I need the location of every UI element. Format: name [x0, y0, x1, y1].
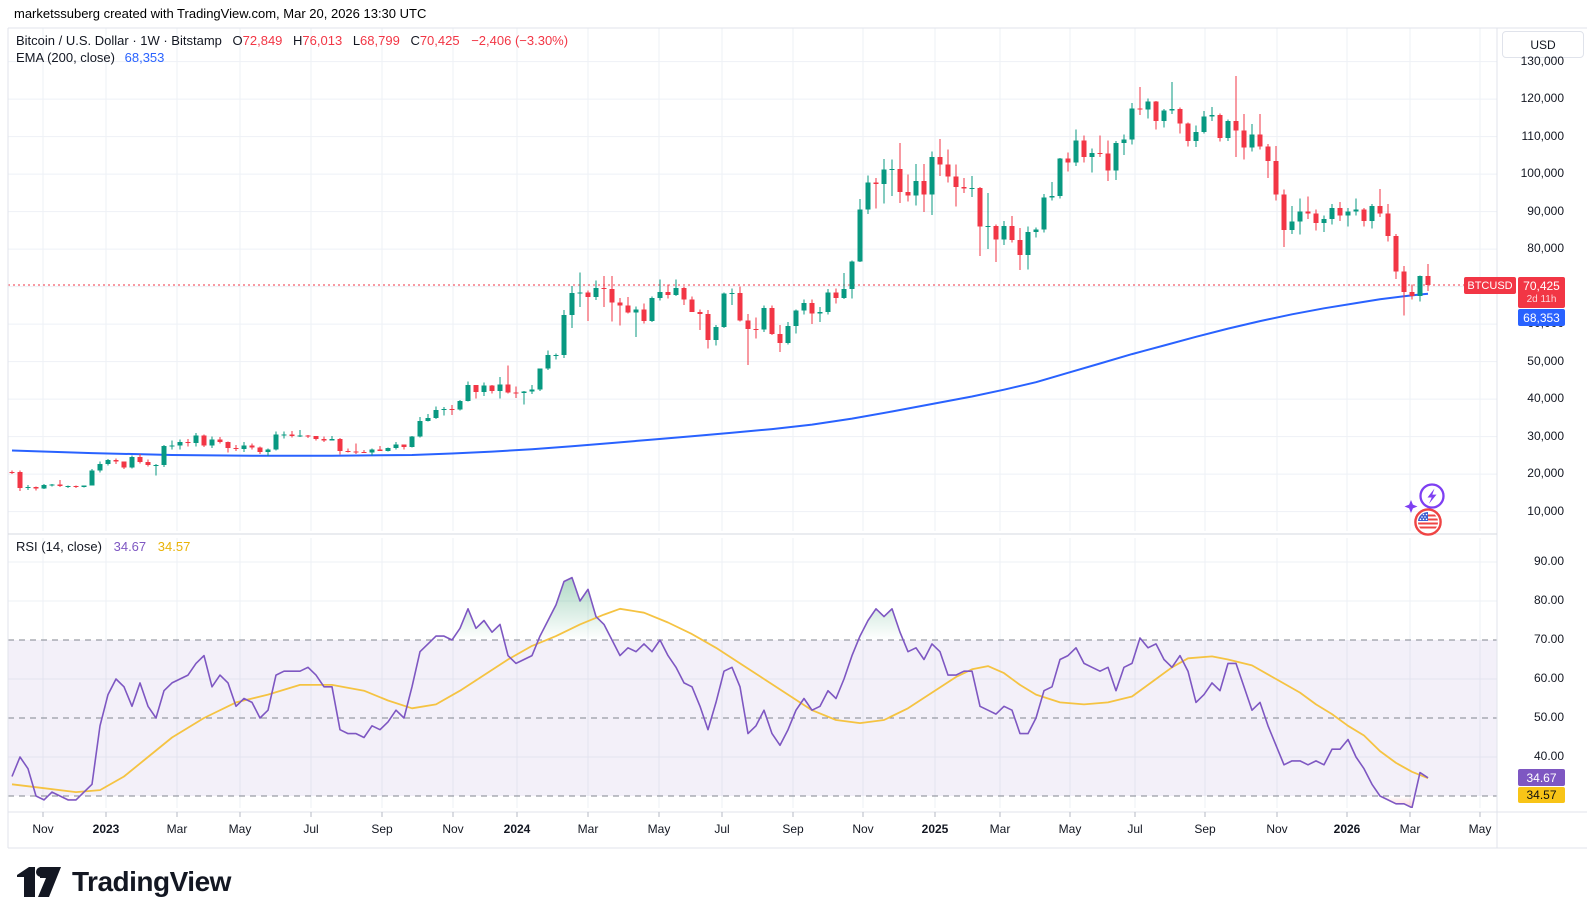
time-axis-label: May [208, 822, 272, 836]
time-axis-label: Mar [1378, 822, 1442, 836]
time-axis-label: 2025 [903, 822, 967, 836]
tradingview-logo-text: TradingView [72, 866, 231, 898]
time-axis-label: Mar [145, 822, 209, 836]
last-price-value: 70,425 [1523, 279, 1560, 293]
ema-value: 68,353 [125, 50, 165, 65]
bar-countdown: 2d 11h [1527, 293, 1557, 307]
price-axis-label: 100,000 [1502, 166, 1564, 180]
symbol-price-flag: BTCUSD [1464, 277, 1516, 294]
rsi-axis-label: 70.00 [1502, 632, 1564, 646]
tradingview-logo-glyph [16, 866, 62, 898]
rsi-value: 34.67 [114, 539, 147, 554]
price-axis-label: 20,000 [1502, 466, 1564, 480]
time-axis-label: Jul [279, 822, 343, 836]
chart-plot-area[interactable] [0, 0, 1587, 917]
price-axis[interactable] [1497, 28, 1587, 812]
time-axis-label: May [627, 822, 691, 836]
time-axis-label: 2024 [485, 822, 549, 836]
price-axis-label: 50,000 [1502, 354, 1564, 368]
ema-label: EMA (200, close) [16, 50, 115, 65]
tradingview-chart-app: marketssuberg created with TradingView.c… [0, 0, 1587, 917]
time-axis-label: Nov [831, 822, 895, 836]
open-value: 72,849 [243, 33, 283, 48]
rsi-axis-label: 50.00 [1502, 710, 1564, 724]
price-axis-label: 10,000 [1502, 504, 1564, 518]
tradingview-logo[interactable]: TradingView [16, 866, 231, 898]
low-value: 68,799 [360, 33, 400, 48]
time-axis-label: Nov [11, 822, 75, 836]
price-axis-label: 30,000 [1502, 429, 1564, 443]
rsi-axis-label: 40.00 [1502, 749, 1564, 763]
rsi-legend: RSI (14, close) 34.67 34.57 [16, 539, 190, 554]
time-axis-label: Jul [1103, 822, 1167, 836]
time-axis-label: 2026 [1315, 822, 1379, 836]
price-axis-label: 110,000 [1502, 129, 1564, 143]
close-label: C [410, 33, 419, 48]
low-label: L [353, 33, 360, 48]
rsi-axis-label: 90.00 [1502, 554, 1564, 568]
ema-legend: EMA (200, close) 68,353 [16, 50, 164, 65]
time-axis-label: Nov [421, 822, 485, 836]
time-axis-label: Sep [1173, 822, 1237, 836]
change-value: −2,406 (−3.30%) [471, 33, 568, 48]
symbol-legend: Bitcoin / U.S. Dollar · 1W · Bitstamp O7… [16, 33, 568, 48]
high-label: H [293, 33, 302, 48]
time-axis-label: Mar [968, 822, 1032, 836]
time-axis-label: May [1038, 822, 1102, 836]
last-price-badge: 70,425 2d 11h [1518, 277, 1565, 308]
open-label: O [233, 33, 243, 48]
price-axis-label: 130,000 [1502, 54, 1564, 68]
time-axis-label: Sep [761, 822, 825, 836]
time-axis-label: Nov [1245, 822, 1309, 836]
price-axis-label: 120,000 [1502, 91, 1564, 105]
rsi-axis-label: 80.00 [1502, 593, 1564, 607]
rsi-label: RSI (14, close) [16, 539, 102, 554]
us-flag-icon[interactable] [1414, 508, 1442, 536]
time-axis-label: Mar [556, 822, 620, 836]
rsi-ma-value-badge: 34.57 [1518, 787, 1565, 803]
ema-price-badge: 68,353 [1518, 309, 1565, 326]
price-axis-label: 80,000 [1502, 241, 1564, 255]
rsi-value-badge: 34.67 [1518, 769, 1565, 786]
rsi-axis-label: 60.00 [1502, 671, 1564, 685]
price-axis-label: 90,000 [1502, 204, 1564, 218]
high-value: 76,013 [302, 33, 342, 48]
close-value: 70,425 [420, 33, 460, 48]
rsi-ma-value: 34.57 [158, 539, 191, 554]
symbol-title: Bitcoin / U.S. Dollar · 1W · Bitstamp [16, 33, 222, 48]
time-axis-label: Sep [350, 822, 414, 836]
time-axis-label: Jul [690, 822, 754, 836]
time-axis-label: May [1448, 822, 1512, 836]
time-axis-label: 2023 [74, 822, 138, 836]
price-axis-label: 40,000 [1502, 391, 1564, 405]
